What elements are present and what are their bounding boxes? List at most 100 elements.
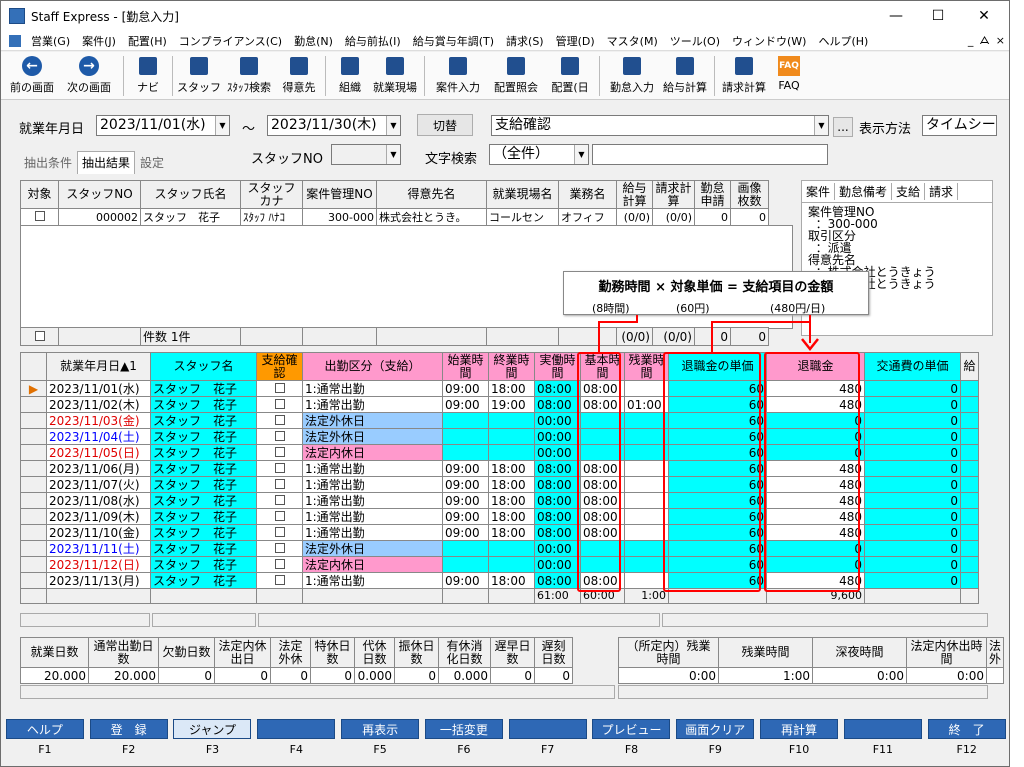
column-header[interactable]: 残業時間 xyxy=(624,352,669,381)
checkbox[interactable] xyxy=(274,398,285,409)
fkey-button-6[interactable]: 一括変更 xyxy=(424,719,503,739)
days-scrollbar[interactable] xyxy=(20,685,615,699)
cell-work[interactable]: 08:00 xyxy=(534,396,581,413)
cell-work[interactable]: 00:00 xyxy=(534,556,581,573)
cell-ot[interactable] xyxy=(624,540,669,557)
cell-kbn[interactable]: 法定内休日 xyxy=(302,444,443,461)
cell-date[interactable]: 2023/11/13(月) xyxy=(46,572,151,589)
cell-tr[interactable]: 0 xyxy=(864,476,961,493)
toolbar-button-2[interactable]: ナビ xyxy=(128,52,168,98)
cell-staff[interactable]: スタッフ 花子 xyxy=(150,412,257,429)
display-select[interactable]: タイムシー xyxy=(922,115,997,136)
column-header[interactable]: 請求計算 xyxy=(652,180,695,209)
toolbar-button-4[interactable]: ｽﾀｯﾌ検索 xyxy=(221,52,277,98)
row-selector[interactable]: ▶ xyxy=(20,380,47,397)
tab-1[interactable]: 抽出結果 xyxy=(77,151,136,174)
checkbox[interactable] xyxy=(274,462,285,473)
menu-item-7[interactable]: 請求(S) xyxy=(500,33,550,49)
cell-start[interactable]: 09:00 xyxy=(442,476,489,493)
cell-date[interactable]: 2023/11/07(火) xyxy=(46,476,151,493)
column-header[interactable]: 給 xyxy=(960,352,979,381)
cell-staff[interactable]: スタッフ 花子 xyxy=(150,492,257,509)
cell-start[interactable] xyxy=(442,556,489,573)
row-selector[interactable] xyxy=(20,524,47,541)
checkbox[interactable] xyxy=(274,558,285,569)
cell-confirm[interactable] xyxy=(256,492,303,509)
row-selector[interactable] xyxy=(20,572,47,589)
cell-confirm[interactable] xyxy=(256,380,303,397)
chevron-down-icon[interactable]: ▼ xyxy=(574,145,588,164)
menu-item-12[interactable]: ヘルプ(H) xyxy=(812,33,874,49)
cell-tr[interactable]: 0 xyxy=(864,380,961,397)
date-to-input[interactable]: 2023/11/30(木) ▼ xyxy=(267,115,401,136)
cell-start[interactable]: 09:00 xyxy=(442,380,489,397)
cell-start[interactable] xyxy=(442,428,489,445)
cell-staff[interactable]: スタッフ 花子 xyxy=(150,524,257,541)
cell-work[interactable]: 00:00 xyxy=(534,540,581,557)
cell-confirm[interactable] xyxy=(256,396,303,413)
cell-kbn[interactable]: 法定外休日 xyxy=(302,412,443,429)
menu-item-5[interactable]: 給与前払(I) xyxy=(339,33,407,49)
tab-0[interactable]: 抽出条件 xyxy=(19,151,77,174)
cell-tr[interactable]: 0 xyxy=(864,508,961,525)
cell-start[interactable]: 09:00 xyxy=(442,492,489,509)
cell-work[interactable]: 08:00 xyxy=(534,492,581,509)
cell-end[interactable]: 18:00 xyxy=(488,460,535,477)
cell-kbn[interactable]: 1:通常出勤 xyxy=(302,460,443,477)
menu-item-2[interactable]: 配置(H) xyxy=(122,33,173,49)
cell-start[interactable]: 09:00 xyxy=(442,460,489,477)
checkbox[interactable] xyxy=(274,430,285,441)
cell-tr[interactable]: 0 xyxy=(864,444,961,461)
toolbar-button-0[interactable]: ← 前の画面 xyxy=(5,52,59,98)
cell-end[interactable]: 18:00 xyxy=(488,492,535,509)
cell-kbn[interactable]: 1:通常出勤 xyxy=(302,476,443,493)
panel-tab-2[interactable]: 支給 xyxy=(892,183,926,200)
column-header[interactable]: スタッフNO xyxy=(58,180,141,209)
cell-staff[interactable]: スタッフ 花子 xyxy=(150,460,257,477)
checkbox[interactable] xyxy=(274,446,285,457)
cell-date[interactable]: 2023/11/05(日) xyxy=(46,444,151,461)
cell-date[interactable]: 2023/11/02(木) xyxy=(46,396,151,413)
menu-item-1[interactable]: 案件(J) xyxy=(76,33,122,49)
cell-kbn[interactable]: 法定内休日 xyxy=(302,556,443,573)
checkbox[interactable] xyxy=(274,478,285,489)
toolbar-button-13[interactable]: 請求計算 xyxy=(719,52,769,98)
switch-button[interactable]: 切替 xyxy=(417,114,473,136)
menu-item-9[interactable]: マスタ(M) xyxy=(601,33,664,49)
cell-work[interactable]: 08:00 xyxy=(534,524,581,541)
cell-confirm[interactable] xyxy=(256,556,303,573)
cell-ot[interactable] xyxy=(624,556,669,573)
cell-ot[interactable]: 01:00 xyxy=(624,396,669,413)
cell-confirm[interactable] xyxy=(256,428,303,445)
row-selector[interactable] xyxy=(20,492,47,509)
cell-staff[interactable]: スタッフ 花子 xyxy=(150,444,257,461)
cell-work[interactable]: 08:00 xyxy=(534,380,581,397)
cell-confirm[interactable] xyxy=(256,540,303,557)
tab-2[interactable]: 設定 xyxy=(135,151,169,174)
cell-tr[interactable]: 0 xyxy=(864,396,961,413)
cell-work[interactable]: 08:00 xyxy=(534,508,581,525)
cell-staff[interactable]: スタッフ 花子 xyxy=(150,572,257,589)
chevron-down-icon[interactable]: ▼ xyxy=(215,116,229,135)
date-from-input[interactable]: 2023/11/01(水) ▼ xyxy=(96,115,230,136)
cell-start[interactable] xyxy=(442,412,489,429)
cell-staff[interactable]: スタッフ 花子 xyxy=(150,508,257,525)
column-header[interactable]: 勤怠申請 xyxy=(694,180,731,209)
search-input[interactable] xyxy=(592,144,828,165)
table-row[interactable]: 000002 スタッフ 花子 ｽﾀｯﾌ ﾊﾅｺ 300-000 株式会社とうき。 コールセ… xyxy=(20,208,769,226)
toolbar-button-6[interactable]: 組織 xyxy=(330,52,370,98)
menu-item-11[interactable]: ウィンドウ(W) xyxy=(726,33,812,49)
cell-confirm[interactable] xyxy=(256,444,303,461)
row-selector[interactable] xyxy=(20,540,47,557)
fkey-button-5[interactable]: 再表示 xyxy=(341,719,420,739)
cell-tr[interactable]: 0 xyxy=(864,556,961,573)
checkbox[interactable] xyxy=(34,210,45,221)
cell-ot[interactable] xyxy=(624,572,669,589)
cell-date[interactable]: 2023/11/06(月) xyxy=(46,460,151,477)
mdi-button-1[interactable]: ᗋ xyxy=(979,34,989,48)
cell-kbn[interactable]: 1:通常出勤 xyxy=(302,492,443,509)
toolbar-button-11[interactable]: 勤怠入力 xyxy=(604,52,660,98)
fkey-button-1[interactable]: ヘルプ xyxy=(5,719,84,739)
cell-end[interactable]: 18:00 xyxy=(488,572,535,589)
checkbox[interactable] xyxy=(274,574,285,585)
